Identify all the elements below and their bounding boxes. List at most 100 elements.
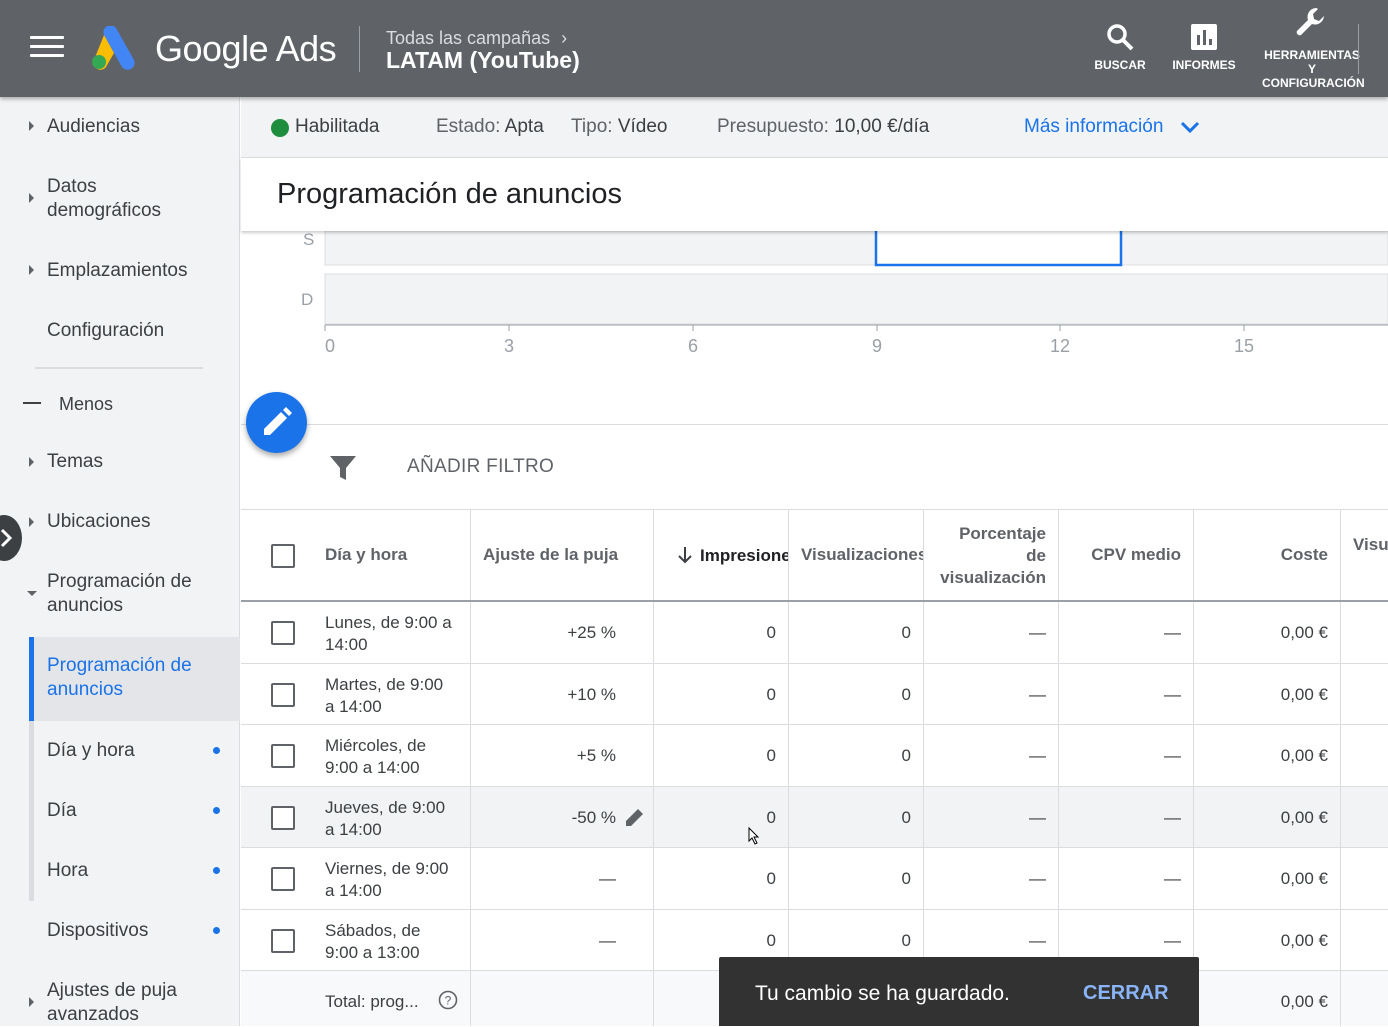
expand-arrow-icon bbox=[29, 997, 34, 1007]
tick-label: 15 bbox=[1234, 336, 1254, 356]
expand-arrow-icon bbox=[29, 193, 34, 203]
campaign-state[interactable]: Habilitada bbox=[295, 116, 380, 138]
header-bid-cell: Ajuste de la puja bbox=[471, 510, 654, 600]
col-header-views[interactable]: Visualizaciones bbox=[801, 545, 923, 565]
filter-icon[interactable] bbox=[329, 455, 357, 481]
day-time-cell: Sábados, de 9:00 a 13:00 bbox=[241, 909, 471, 970]
day-time-cell: Miércoles, de 9:00 a 14:00 bbox=[241, 725, 471, 786]
day-time-value: Jueves, de 9:00 a 14:00 bbox=[325, 797, 446, 839]
tools-settings-button[interactable]: HERRAMIENTAS Y CONFIGURACIÓN bbox=[1262, 6, 1365, 90]
hamburger-menu-icon[interactable] bbox=[30, 36, 64, 62]
expand-arrow-icon bbox=[29, 121, 34, 131]
sidebar-item-configuracion[interactable]: Configuración bbox=[47, 319, 164, 343]
bid-adjustment-cell[interactable]: +25 % bbox=[471, 602, 654, 663]
bid-adjustment-cell[interactable]: +10 % bbox=[471, 663, 654, 724]
brand-name: Google Ads bbox=[155, 28, 337, 69]
col-header-avg-cpv[interactable]: CPV medio bbox=[1091, 545, 1181, 565]
sidebar-item-temas[interactable]: Temas bbox=[47, 450, 103, 474]
view-rate-cell: — bbox=[924, 602, 1059, 663]
tick-label: 0 bbox=[325, 336, 335, 356]
sidebar-item-dia[interactable]: Día bbox=[47, 799, 77, 823]
sidebar-item-ubicaciones[interactable]: Ubicaciones bbox=[47, 510, 151, 534]
day-time-value: Viernes, de 9:00 a 14:00 bbox=[325, 859, 449, 900]
sidebar-item-emplazamientos[interactable]: Emplazamientos bbox=[47, 259, 187, 283]
impressions-cell: 0 bbox=[654, 786, 789, 847]
impressions-cell: 0 bbox=[654, 725, 789, 786]
avg-cpv-cell: — bbox=[1059, 786, 1194, 847]
svg-text:?: ? bbox=[445, 994, 452, 1008]
chart-row-track bbox=[324, 230, 1388, 266]
row-checkbox[interactable] bbox=[271, 682, 295, 707]
snackbar-close-button[interactable]: CERRAR bbox=[1083, 982, 1169, 1005]
sidebar-item-ajustes-puja[interactable]: Ajustes de puja avanzados bbox=[47, 979, 177, 1027]
view-rate-cell: — bbox=[924, 725, 1059, 786]
sidebar-item-dia-hora[interactable]: Día y hora bbox=[47, 739, 135, 763]
reports-button[interactable]: INFORMES bbox=[1170, 22, 1238, 72]
col-header-bid-adjustment[interactable]: Ajuste de la puja bbox=[483, 545, 618, 565]
col-header-impressions[interactable]: Impresiones bbox=[676, 545, 788, 566]
bid-adjustment-value: +5 % bbox=[576, 746, 616, 765]
select-all-checkbox[interactable] bbox=[271, 544, 295, 568]
header-views-cell: Visualizaciones bbox=[789, 510, 924, 600]
breadcrumb-current: LATAM (YouTube) bbox=[386, 47, 580, 73]
total-cost: 0,00 € bbox=[1280, 992, 1328, 1011]
more-info-link[interactable]: Más información bbox=[1024, 116, 1201, 138]
sidebar-less-toggle[interactable]: Menos bbox=[59, 392, 113, 416]
col-header-extra[interactable]: Visu bbox=[1353, 535, 1388, 555]
sidebar-item-programacion-group[interactable]: Programación de anuncios bbox=[47, 570, 192, 618]
bid-adjustment-cell[interactable]: -50 % bbox=[471, 786, 654, 847]
day-time-cell: Martes, de 9:00 a 14:00 bbox=[241, 663, 471, 724]
campaign-status-field: Estado: Apta bbox=[436, 116, 544, 137]
chevron-down-icon bbox=[1180, 121, 1199, 134]
page-title: Programación de anuncios bbox=[277, 178, 622, 210]
header-impressions-cell: Impresiones bbox=[654, 510, 789, 600]
impressions-cell: 0 bbox=[654, 848, 789, 909]
impressions-cell: 0 bbox=[654, 663, 789, 724]
wrench-icon bbox=[1296, 8, 1324, 36]
schedule-chart-svg: S D 0 3 6 9 12 15 bbox=[301, 227, 1388, 356]
sidebar-collapse-button[interactable] bbox=[0, 515, 22, 561]
expand-arrow-icon bbox=[29, 517, 34, 527]
col-header-day-time[interactable]: Día y hora bbox=[325, 545, 407, 565]
day-time-cell: Jueves, de 9:00 a 14:00 bbox=[241, 786, 471, 847]
edit-fab-button[interactable] bbox=[246, 392, 307, 453]
row-checkbox[interactable] bbox=[271, 928, 295, 953]
add-filter-button[interactable]: AÑADIR FILTRO bbox=[407, 456, 554, 478]
chart-ticks: 0 3 6 9 12 15 bbox=[324, 325, 1254, 356]
subsection-line bbox=[29, 721, 34, 901]
new-indicator-dot bbox=[213, 867, 220, 874]
bid-adjustment-value: +10 % bbox=[567, 684, 616, 704]
views-cell: 0 bbox=[789, 848, 924, 909]
schedule-table: Día y hora Ajuste de la puja Impresiones… bbox=[241, 510, 1388, 1026]
row-checkbox[interactable] bbox=[271, 744, 295, 768]
header-extra-cell: Visu bbox=[1341, 510, 1388, 600]
sidebar-item-programacion-active[interactable]: Programación de anuncios bbox=[47, 654, 192, 702]
chevron-right-icon bbox=[0, 528, 13, 548]
bid-adjustment-cell[interactable]: — bbox=[471, 909, 654, 970]
pencil-icon[interactable] bbox=[624, 806, 646, 828]
bid-adjustment-cell[interactable]: — bbox=[471, 848, 654, 909]
sidebar-divider bbox=[35, 367, 203, 369]
google-ads-logo bbox=[92, 26, 135, 70]
sidebar-item-datos-demograficos[interactable]: Datos demográficos bbox=[47, 175, 161, 223]
total-label: Total: prog... bbox=[325, 992, 419, 1011]
table-row: Martes, de 9:00 a 14:00 +10 % 0 0— —0,00 € bbox=[241, 663, 1388, 725]
chart-row-track bbox=[324, 273, 1388, 325]
day-time-value: Sábados, de 9:00 a 13:00 bbox=[325, 920, 421, 962]
breadcrumb-parent[interactable]: Todas las campañas › bbox=[386, 28, 567, 49]
sidebar-item-dispositivos[interactable]: Dispositivos bbox=[47, 919, 148, 943]
row-checkbox[interactable] bbox=[271, 621, 295, 645]
avg-cpv-cell: — bbox=[1059, 602, 1194, 663]
row-checkbox[interactable] bbox=[271, 805, 295, 830]
sidebar-item-hora[interactable]: Hora bbox=[47, 859, 88, 883]
row-checkbox[interactable] bbox=[271, 867, 295, 891]
bid-adjustment-cell[interactable]: +5 % bbox=[471, 725, 654, 786]
arrow-down-icon bbox=[678, 547, 692, 564]
help-circle-icon[interactable]: ? bbox=[438, 990, 458, 1010]
col-header-cost[interactable]: Coste bbox=[1281, 545, 1328, 565]
tick-label: 12 bbox=[1050, 336, 1070, 356]
col-header-view-rate[interactable]: Porcentaje de visualización bbox=[940, 523, 1046, 589]
search-button[interactable]: BUSCAR bbox=[1094, 22, 1146, 72]
sidebar-item-audiencias[interactable]: Audiencias bbox=[47, 115, 140, 139]
search-icon bbox=[1107, 24, 1134, 51]
